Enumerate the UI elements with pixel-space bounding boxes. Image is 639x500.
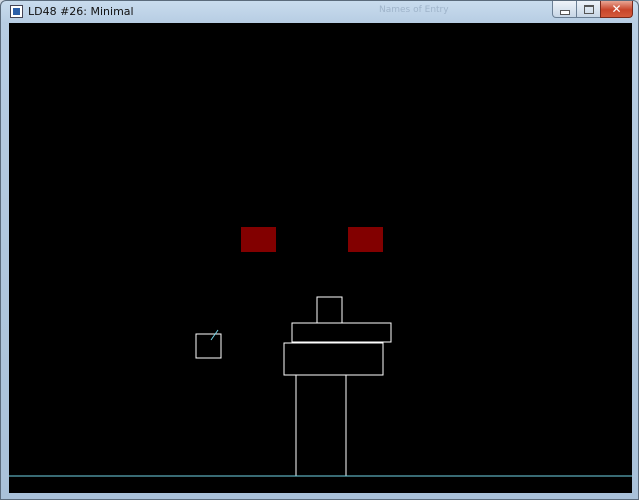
minimize-icon [559,9,570,15]
game-canvas[interactable] [9,23,632,493]
close-icon: ✕ [611,2,622,16]
game-viewport[interactable] [9,23,632,493]
right-eye [348,227,383,252]
title-bar[interactable]: LD48 #26: Minimal Names of Entry ✕ [1,1,638,23]
maximize-button[interactable] [576,1,601,18]
close-button[interactable]: ✕ [600,1,633,18]
app-icon[interactable] [10,5,23,18]
minimize-button[interactable] [552,1,577,18]
maximize-icon [583,4,594,14]
background-window-title: Names of Entry [379,5,449,15]
game-window: LD48 #26: Minimal Names of Entry ✕ [0,0,639,500]
window-title: LD48 #26: Minimal [28,5,134,18]
game-background [9,23,632,493]
left-eye [241,227,276,252]
